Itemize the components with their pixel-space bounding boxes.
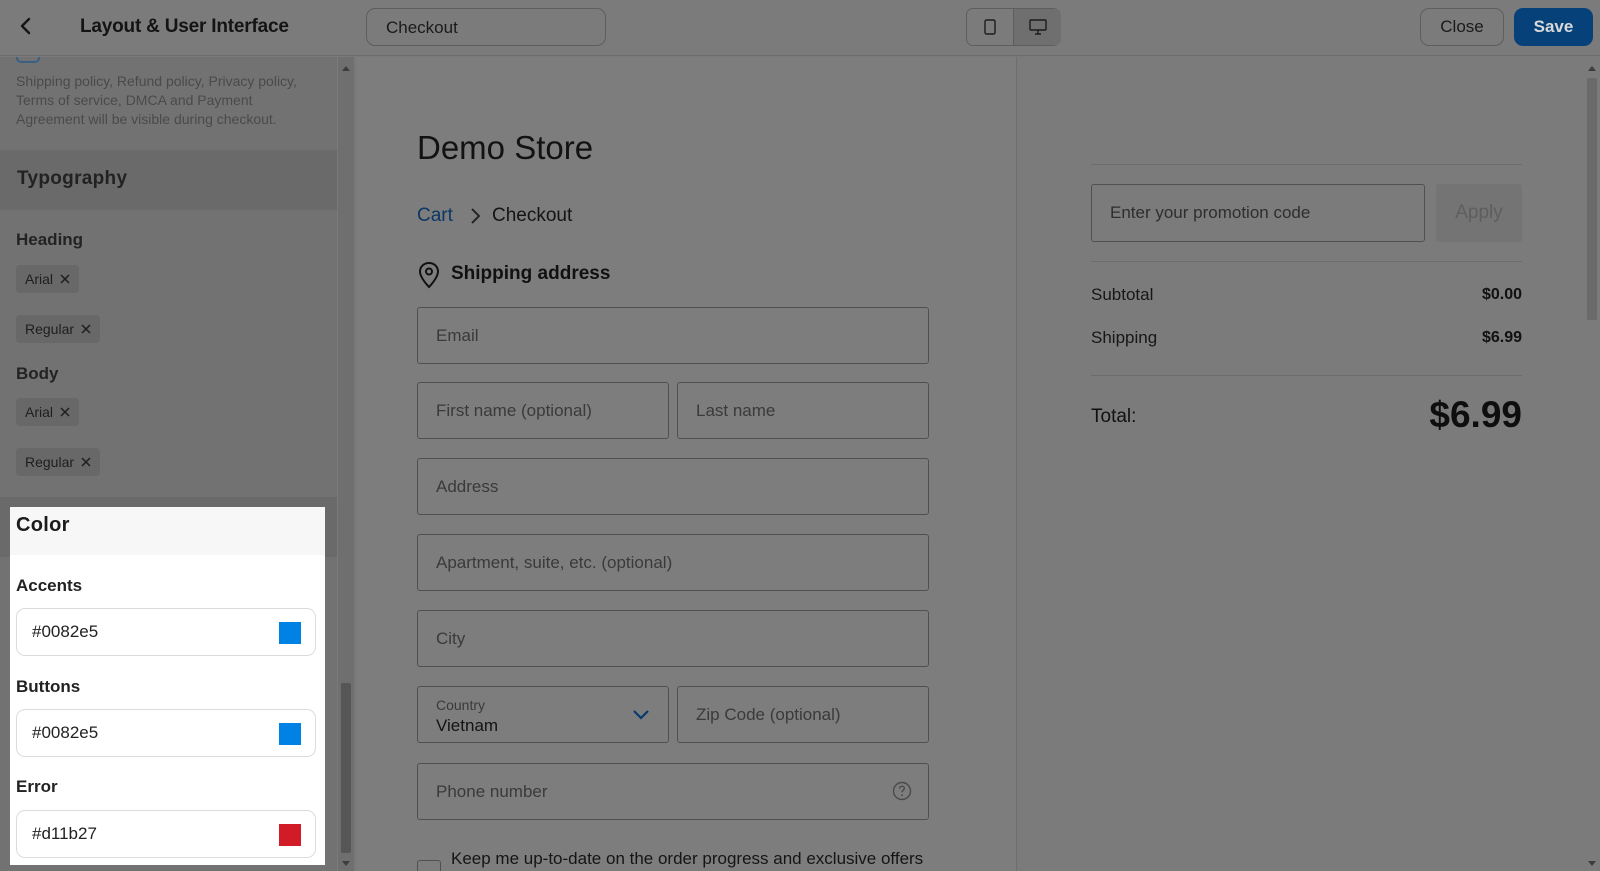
first-name-placeholder: First name (optional)	[436, 400, 592, 420]
country-label: Country	[436, 697, 486, 713]
zip-code-field[interactable]: Zip Code (optional)	[677, 686, 929, 743]
promo-code-placeholder: Enter your promotion code	[1110, 203, 1311, 222]
email-placeholder: Email	[436, 325, 479, 345]
divider	[1091, 164, 1522, 165]
order-summary: Enter your promotion code Apply Subtotal…	[1018, 57, 1583, 871]
store-name: Demo Store	[417, 129, 594, 166]
chevron-down-icon	[633, 710, 649, 720]
accents-color-input[interactable]: #0082e5	[16, 608, 316, 656]
policy-checkbox[interactable]	[16, 57, 40, 63]
total-label: Total:	[1091, 406, 1137, 427]
shipping-label: Shipping	[1091, 328, 1158, 347]
last-name-field[interactable]: Last name	[677, 382, 929, 439]
buttons-color-input[interactable]: #0082e5	[16, 709, 316, 757]
apartment-placeholder: Apartment, suite, etc. (optional)	[436, 552, 673, 572]
remove-icon[interactable]	[81, 324, 91, 334]
promo-code-input[interactable]: Enter your promotion code	[1091, 184, 1425, 242]
mobile-view-button[interactable]	[967, 9, 1014, 45]
page-selector[interactable]: Checkout	[366, 8, 606, 46]
phone-field[interactable]: Phone number	[417, 763, 929, 820]
body-font-chip[interactable]: Arial	[16, 398, 80, 426]
error-color-value: #d11b27	[32, 824, 97, 843]
scroll-down-icon[interactable]	[342, 861, 350, 866]
zip-code-placeholder: Zip Code (optional)	[696, 704, 841, 724]
apartment-field[interactable]: Apartment, suite, etc. (optional)	[417, 534, 929, 591]
back-arrow-icon[interactable]	[14, 14, 38, 38]
keep-updated-label: Keep me up-to-date on the order progress…	[451, 849, 924, 868]
shipping-address-title: Shipping address	[451, 263, 611, 284]
country-value: Vietnam	[436, 716, 499, 735]
policy-note: Shipping policy, Refund policy, Privacy …	[16, 73, 297, 127]
remove-icon[interactable]	[60, 274, 70, 284]
body-weight-chip[interactable]: Regular	[16, 448, 101, 476]
address-placeholder: Address	[436, 476, 499, 496]
apply-button[interactable]: Apply	[1436, 184, 1522, 242]
color-title: Color	[16, 514, 70, 536]
desktop-icon	[1028, 19, 1047, 35]
chevron-right-icon	[471, 208, 481, 224]
breadcrumb-cart-link[interactable]: Cart	[417, 205, 453, 227]
heading-font-chip[interactable]: Arial	[16, 265, 80, 293]
accents-label: Accents	[16, 576, 83, 595]
error-label: Error	[16, 777, 58, 796]
total-value: $6.99	[1429, 394, 1522, 435]
accents-color-value: #0082e5	[32, 622, 99, 641]
divider	[1091, 261, 1522, 262]
divider	[1091, 375, 1522, 376]
heading-font-label: Arial	[25, 271, 54, 287]
body-font-label: Arial	[25, 404, 54, 420]
subtotal-label: Subtotal	[1091, 285, 1154, 304]
email-field[interactable]: Email	[417, 307, 929, 364]
device-toggle	[966, 8, 1061, 46]
city-field[interactable]: City	[417, 610, 929, 667]
heading-weight-label: Regular	[25, 321, 75, 337]
buttons-label: Buttons	[16, 677, 81, 696]
error-color-input[interactable]: #d11b27	[16, 810, 316, 858]
keep-updated-checkbox[interactable]	[417, 860, 441, 871]
city-placeholder: City	[436, 628, 466, 648]
mobile-icon	[984, 19, 996, 35]
preview-scroll-thumb[interactable]	[1587, 78, 1597, 320]
sidebar-scroll-thumb[interactable]	[341, 683, 351, 853]
error-color-swatch[interactable]	[279, 824, 301, 846]
body-weight-label: Regular	[25, 454, 75, 470]
address-field[interactable]: Address	[417, 458, 929, 515]
buttons-color-value: #0082e5	[32, 723, 99, 742]
breadcrumb-current: Checkout	[492, 205, 573, 226]
phone-placeholder: Phone number	[436, 781, 548, 801]
last-name-placeholder: Last name	[696, 400, 776, 420]
scroll-up-icon[interactable]	[342, 66, 350, 71]
help-icon[interactable]	[892, 781, 912, 801]
country-select[interactable]: Country Vietnam	[417, 686, 669, 743]
accents-color-swatch[interactable]	[279, 622, 301, 644]
color-settings-panel: Color Accents #0082e5 Buttons #0082e5 Er…	[10, 507, 325, 865]
first-name-field[interactable]: First name (optional)	[417, 382, 669, 439]
heading-weight-chip[interactable]: Regular	[16, 315, 101, 343]
top-bar: Layout & User Interface Checkout Close S…	[0, 0, 1600, 56]
body-label: Body	[16, 364, 59, 383]
buttons-color-swatch[interactable]	[279, 723, 301, 745]
save-button[interactable]: Save	[1514, 8, 1593, 46]
subtotal-value: $0.00	[1481, 286, 1522, 303]
scroll-up-icon[interactable]	[1588, 66, 1596, 71]
page-title: Layout & User Interface	[80, 16, 289, 37]
remove-icon[interactable]	[81, 457, 91, 467]
typography-title: Typography	[17, 168, 128, 189]
shipping-value: $6.99	[1481, 329, 1522, 346]
heading-label: Heading	[16, 230, 84, 249]
remove-icon[interactable]	[60, 407, 70, 417]
location-pin-icon	[418, 261, 440, 289]
desktop-view-button[interactable]	[1014, 9, 1061, 45]
scroll-down-icon[interactable]	[1588, 861, 1596, 866]
close-button[interactable]: Close	[1420, 8, 1504, 46]
checkout-preview: Demo Store Cart Checkout Shipping addres…	[357, 57, 1017, 871]
